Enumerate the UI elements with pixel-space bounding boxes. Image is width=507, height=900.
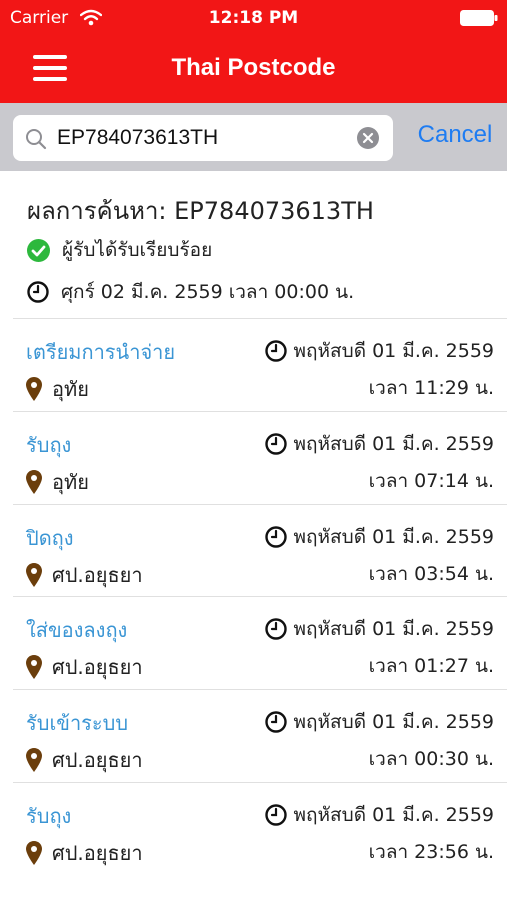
- event-date: พฤหัสบดี 01 มี.ค. 2559: [265, 614, 494, 644]
- event-location-text: อุทัย: [52, 377, 89, 401]
- event-date: พฤหัสบดี 01 มี.ค. 2559: [265, 707, 494, 737]
- map-pin-icon: [26, 377, 42, 401]
- date-text: ศุกร์ 02 มี.ค. 2559 เวลา 00:00 น.: [61, 281, 355, 303]
- event-location-text: อุทัย: [52, 469, 89, 494]
- clock-icon: [265, 618, 288, 641]
- search-field[interactable]: [13, 115, 393, 161]
- event-location: ศป.อยุธยา: [26, 837, 143, 869]
- event-time: เวลา 07:14 น.: [368, 469, 494, 492]
- event-date: พฤหัสบดี 01 มี.ค. 2559: [265, 336, 494, 366]
- clear-icon: [362, 132, 374, 144]
- clock-icon: [265, 804, 288, 826]
- event-status: ใส่ของลงถุง: [26, 618, 128, 643]
- tracking-event-list: เตรียมการนำจ่าย พฤหัสบดี 01 มี.ค. 2559 อ…: [0, 318, 507, 875]
- event-date: พฤหัสบดี 01 มี.ค. 2559: [265, 800, 494, 830]
- clock-icon: [265, 525, 288, 548]
- nav-bar: Thai Postcode: [0, 36, 507, 103]
- delivery-date: ศุกร์ 02 มี.ค. 2559 เวลา 00:00 น.: [27, 277, 354, 307]
- search-bar: Cancel: [0, 103, 507, 171]
- clock-icon: [265, 340, 288, 362]
- event-location-text: ศป.อยุธยา: [52, 840, 143, 865]
- event-location: อุทัย: [26, 373, 89, 405]
- search-icon: [26, 129, 47, 150]
- tracking-event[interactable]: ใส่ของลงถุง พฤหัสบดี 01 มี.ค. 2559 ศป.อย…: [13, 596, 507, 689]
- hamburger-icon: [33, 55, 67, 81]
- event-date-text: พฤหัสบดี 01 มี.ค. 2559: [293, 803, 494, 826]
- status-time: 12:18 PM: [208, 8, 299, 28]
- result-title: ผลการค้นหา: EP784073613TH: [27, 197, 374, 225]
- tracking-event[interactable]: เตรียมการนำจ่าย พฤหัสบดี 01 มี.ค. 2559 อ…: [13, 318, 507, 411]
- clock-icon: [27, 281, 49, 303]
- tracking-event[interactable]: ปิดถุง พฤหัสบดี 01 มี.ค. 2559 ศป.อยุธยา …: [13, 503, 507, 597]
- map-pin-icon: [26, 562, 42, 587]
- event-date-text: พฤหัสบดี 01 มี.ค. 2559: [293, 340, 494, 362]
- map-pin-icon: [26, 840, 42, 865]
- delivery-status: ผู้รับได้รับเรียบร้อย: [27, 235, 212, 265]
- app-header: Carrier 12:18 PM Thai Postcode: [0, 0, 507, 103]
- clear-search-button[interactable]: [357, 127, 379, 149]
- event-time: เวลา 03:54 น.: [368, 562, 494, 585]
- check-circle-icon: [27, 238, 50, 262]
- status-bar: Carrier 12:18 PM: [0, 0, 507, 36]
- tracking-event[interactable]: รับถุง พฤหัสบดี 01 มี.ค. 2559 อุทัย เวลา…: [13, 410, 507, 504]
- event-location: อุทัย: [26, 466, 89, 498]
- event-location-text: ศป.อยุธยา: [52, 655, 143, 680]
- event-time: เวลา 11:29 น.: [368, 377, 494, 399]
- result-summary: ผลการค้นหา: EP784073613TH ผู้รับได้รับเร…: [0, 171, 507, 318]
- page-title: Thai Postcode: [171, 54, 336, 81]
- event-date-text: พฤหัสบดี 01 มี.ค. 2559: [293, 711, 494, 734]
- event-location-text: ศป.อยุธยา: [52, 562, 143, 587]
- search-input[interactable]: [57, 121, 357, 155]
- event-date: พฤหัสบดี 01 มี.ค. 2559: [265, 429, 494, 459]
- tracking-event[interactable]: รับถุง พฤหัสบดี 01 มี.ค. 2559 ศป.อยุธยา …: [13, 781, 507, 875]
- event-location: ศป.อยุธยา: [26, 744, 143, 776]
- event-location: ศป.อยุธยา: [26, 651, 143, 683]
- event-time: เวลา 00:30 น.: [368, 748, 494, 771]
- status-text: ผู้รับได้รับเรียบร้อย: [62, 239, 213, 261]
- map-pin-icon: [26, 748, 42, 773]
- event-location-text: ศป.อยุธยา: [52, 748, 143, 773]
- event-date-text: พฤหัสบดี 01 มี.ค. 2559: [293, 432, 494, 455]
- event-status: เตรียมการนำจ่าย: [26, 340, 176, 364]
- event-time: เวลา 23:56 น.: [368, 840, 494, 863]
- event-status: ปิดถุง: [26, 525, 74, 550]
- clock-icon: [265, 711, 288, 733]
- event-status: รับเข้าระบบ: [26, 711, 129, 736]
- event-date-text: พฤหัสบดี 01 มี.ค. 2559: [293, 525, 494, 548]
- battery-icon: [460, 10, 498, 26]
- event-date: พฤหัสบดี 01 มี.ค. 2559: [265, 522, 494, 552]
- event-location: ศป.อยุธยา: [26, 559, 143, 591]
- event-time: เวลา 01:27 น.: [368, 655, 494, 678]
- event-date-text: พฤหัสบดี 01 มี.ค. 2559: [293, 618, 494, 641]
- map-pin-icon: [26, 469, 42, 494]
- event-status: รับถุง: [26, 432, 72, 457]
- map-pin-icon: [26, 655, 42, 680]
- tracking-event[interactable]: รับเข้าระบบ พฤหัสบดี 01 มี.ค. 2559 ศป.อย…: [13, 689, 507, 782]
- menu-button[interactable]: [26, 50, 74, 86]
- cancel-button[interactable]: Cancel: [405, 121, 505, 149]
- clock-icon: [265, 433, 288, 455]
- event-status: รับถุง: [26, 803, 72, 828]
